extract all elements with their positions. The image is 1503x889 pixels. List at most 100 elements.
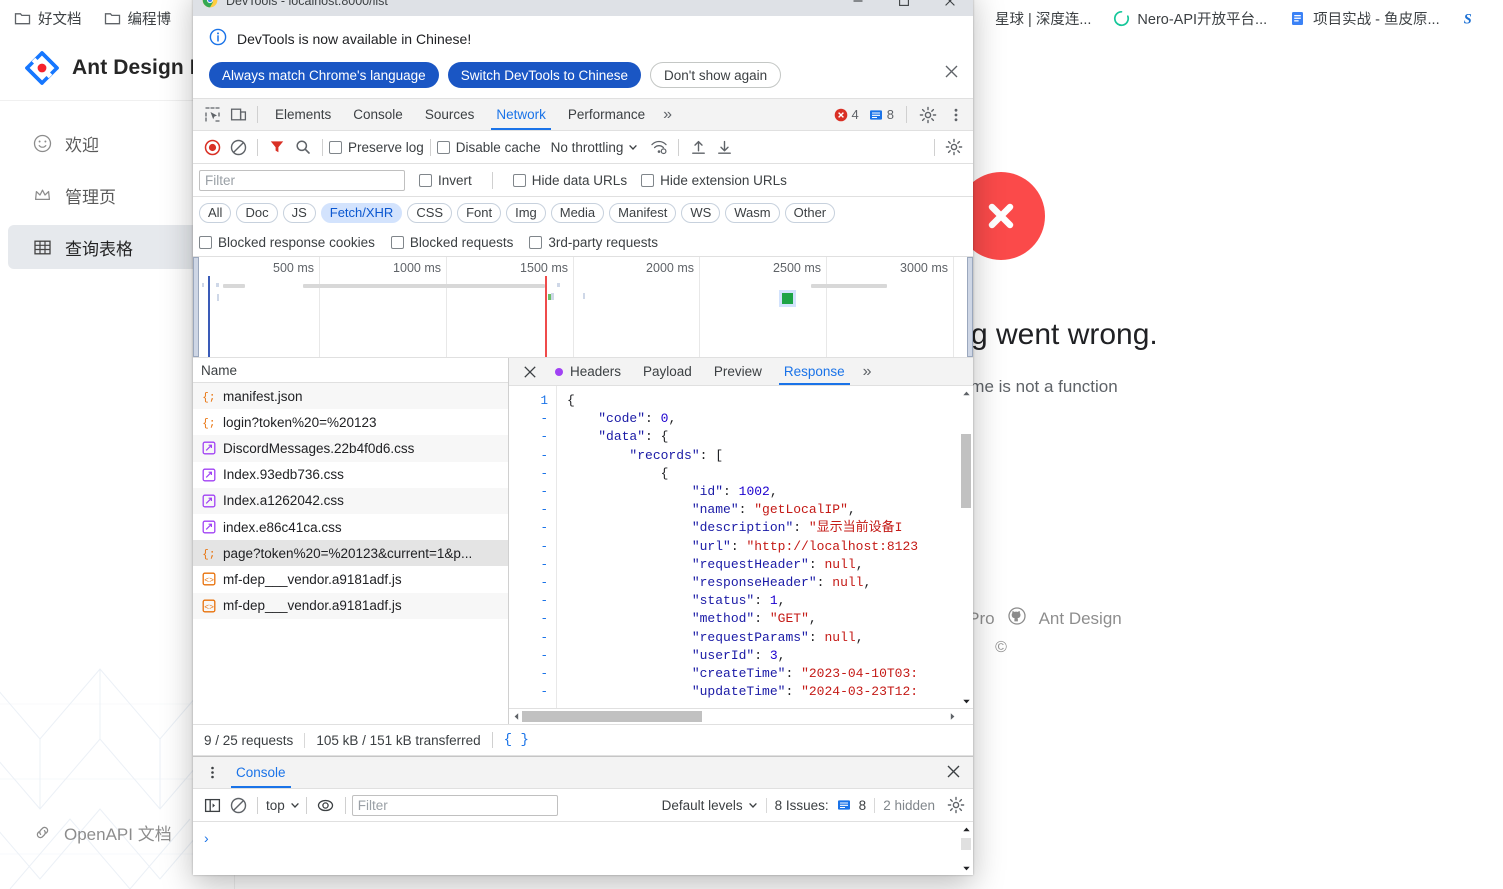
disable-cache-checkbox[interactable]: Disable cache	[436, 140, 541, 155]
pretty-print-icon[interactable]: { }	[491, 732, 540, 748]
tab-network[interactable]: Network	[485, 99, 557, 130]
chip-js[interactable]: JS	[282, 202, 316, 223]
tab-sources[interactable]: Sources	[414, 99, 486, 130]
table-row[interactable]: DiscordMessages.22b4f0d6.css	[193, 435, 508, 462]
chip-manifest[interactable]: Manifest	[609, 202, 677, 223]
detail-tab-headers[interactable]: Headers	[545, 358, 631, 385]
detail-tab-payload[interactable]: Payload	[633, 358, 702, 385]
search-icon[interactable]	[290, 134, 316, 160]
message-count-badge[interactable]: 8	[865, 107, 898, 122]
chip-other[interactable]: Other	[784, 202, 836, 223]
request-list-header[interactable]: Name	[193, 358, 508, 383]
scrollbar-thumb[interactable]	[961, 434, 971, 508]
inspect-element-icon[interactable]	[199, 102, 225, 128]
bookmark-item[interactable]: Nero-API开放平台...	[1113, 8, 1267, 29]
clear-button-icon[interactable]	[225, 134, 251, 160]
chip-wasm[interactable]: Wasm	[725, 202, 780, 223]
live-expression-eye-icon[interactable]	[313, 792, 339, 818]
response-vertical-scrollbar[interactable]	[959, 386, 973, 708]
tab-console[interactable]: Console	[342, 99, 414, 130]
console-levels-dropdown[interactable]: Default levels	[662, 798, 758, 813]
bookmark-item[interactable]: S	[1462, 10, 1479, 27]
timeline-left-handle[interactable]	[193, 257, 199, 357]
always-match-language-button[interactable]: Always match Chrome's language	[209, 62, 439, 88]
maximize-button[interactable]	[881, 0, 927, 16]
console-filter-input[interactable]	[351, 794, 558, 816]
table-row[interactable]: <> mf-dep___vendor.a9181adf.js	[193, 566, 508, 592]
blocked-requests-checkbox[interactable]: Blocked requests	[390, 235, 513, 250]
chip-font[interactable]: Font	[457, 202, 502, 223]
bookmark-item[interactable]: 好文档	[14, 8, 82, 29]
minimize-button[interactable]	[835, 0, 881, 16]
table-row[interactable]: {;} manifest.json	[193, 383, 508, 410]
table-row[interactable]: <> mf-dep___vendor.a9181adf.js	[193, 592, 508, 619]
table-row[interactable]: index.e86c41ca.css	[193, 514, 508, 540]
export-har-icon[interactable]	[711, 134, 737, 160]
devtools-titlebar[interactable]: DevTools - localhost:8000/list	[193, 0, 973, 16]
more-options-icon[interactable]	[943, 102, 969, 128]
settings-gear-icon[interactable]	[915, 102, 941, 128]
bookmark-item[interactable]: 编程博	[104, 8, 171, 29]
github-icon[interactable]	[1007, 607, 1026, 630]
console-clear-icon[interactable]	[225, 792, 251, 818]
scroll-left-icon[interactable]	[512, 710, 521, 724]
third-party-requests-checkbox[interactable]: 3rd-party requests	[529, 235, 658, 250]
timeline-right-handle[interactable]	[967, 257, 973, 357]
import-har-icon[interactable]	[685, 134, 711, 160]
hide-data-urls-checkbox[interactable]: Hide data URLs	[512, 173, 627, 188]
network-overview-timeline[interactable]: 500 ms 1000 ms 1500 ms 2000 ms 2500 ms 3…	[193, 257, 973, 358]
scroll-up-icon[interactable]	[959, 386, 973, 400]
chip-fetch-xhr[interactable]: Fetch/XHR	[320, 202, 403, 223]
network-filter-input[interactable]	[199, 169, 405, 191]
response-body-viewer[interactable]: 1 - - - - - - - - - - - - - - - - { "code": 0, "data": {…	[509, 386, 973, 708]
console-vertical-scrollbar[interactable]	[959, 822, 973, 875]
issues-label[interactable]: 8 Issues:	[775, 798, 829, 813]
switch-to-chinese-button[interactable]: Switch DevTools to Chinese	[447, 62, 642, 88]
drawer-tab-console[interactable]: Console	[225, 757, 297, 788]
chip-css[interactable]: CSS	[407, 202, 453, 223]
table-row[interactable]: Index.93edb736.css	[193, 462, 508, 488]
chip-ws[interactable]: WS	[681, 202, 721, 223]
record-button-icon[interactable]	[199, 134, 225, 160]
scroll-up-icon[interactable]	[959, 822, 973, 836]
scroll-down-icon[interactable]	[959, 861, 973, 875]
invert-checkbox[interactable]: Invert	[419, 173, 472, 188]
table-row-selected[interactable]: {;} page?token%20=%20123&current=1&p...	[193, 540, 508, 567]
network-settings-gear-icon[interactable]	[941, 134, 967, 160]
drawer-close-icon[interactable]	[946, 764, 961, 782]
table-row[interactable]: {;} login?token%20=%20123	[193, 409, 508, 435]
console-output[interactable]: ›	[193, 822, 973, 875]
chip-doc[interactable]: Doc	[236, 202, 278, 223]
throttling-dropdown[interactable]: No throttling	[551, 140, 639, 155]
tab-performance[interactable]: Performance	[557, 99, 656, 130]
chip-img[interactable]: Img	[506, 202, 546, 223]
blocked-response-cookies-checkbox[interactable]: Blocked response cookies	[199, 235, 375, 250]
device-toolbar-icon[interactable]	[225, 102, 251, 128]
tab-elements[interactable]: Elements	[264, 99, 342, 130]
detail-tab-response[interactable]: Response	[774, 358, 855, 385]
preserve-log-checkbox[interactable]: Preserve log	[329, 140, 424, 155]
bookmark-item[interactable]: 项目实战 - 鱼皮原...	[1289, 8, 1440, 29]
chip-media[interactable]: Media	[550, 202, 605, 223]
filter-funnel-icon[interactable]	[264, 134, 290, 160]
bookmark-item[interactable]: 星球 | 深度连...	[995, 8, 1091, 29]
detail-tab-preview[interactable]: Preview	[704, 358, 772, 385]
banner-close-icon[interactable]	[944, 64, 959, 82]
network-conditions-icon[interactable]	[646, 134, 672, 160]
scrollbar-thumb[interactable]	[961, 838, 971, 850]
dont-show-again-button[interactable]: Don't show again	[650, 62, 782, 88]
detail-more-tabs-icon[interactable]: »	[857, 358, 878, 385]
response-horizontal-scrollbar[interactable]	[509, 708, 973, 724]
hide-extension-urls-checkbox[interactable]: Hide extension URLs	[641, 173, 787, 188]
hscrollbar-thumb[interactable]	[522, 711, 702, 722]
close-detail-icon[interactable]	[517, 359, 543, 385]
table-row[interactable]: Index.a1262042.css	[193, 487, 508, 514]
scroll-down-icon[interactable]	[959, 694, 973, 708]
drawer-more-options-icon[interactable]	[199, 760, 225, 786]
openapi-doc-link[interactable]: OpenAPI 文档	[32, 820, 172, 845]
footer-right-label[interactable]: Ant Design	[1039, 609, 1122, 629]
error-count-badge[interactable]: 4	[830, 107, 863, 122]
more-tabs-icon[interactable]: »	[656, 99, 679, 130]
chip-all[interactable]: All	[199, 202, 232, 223]
close-button[interactable]	[927, 0, 973, 16]
